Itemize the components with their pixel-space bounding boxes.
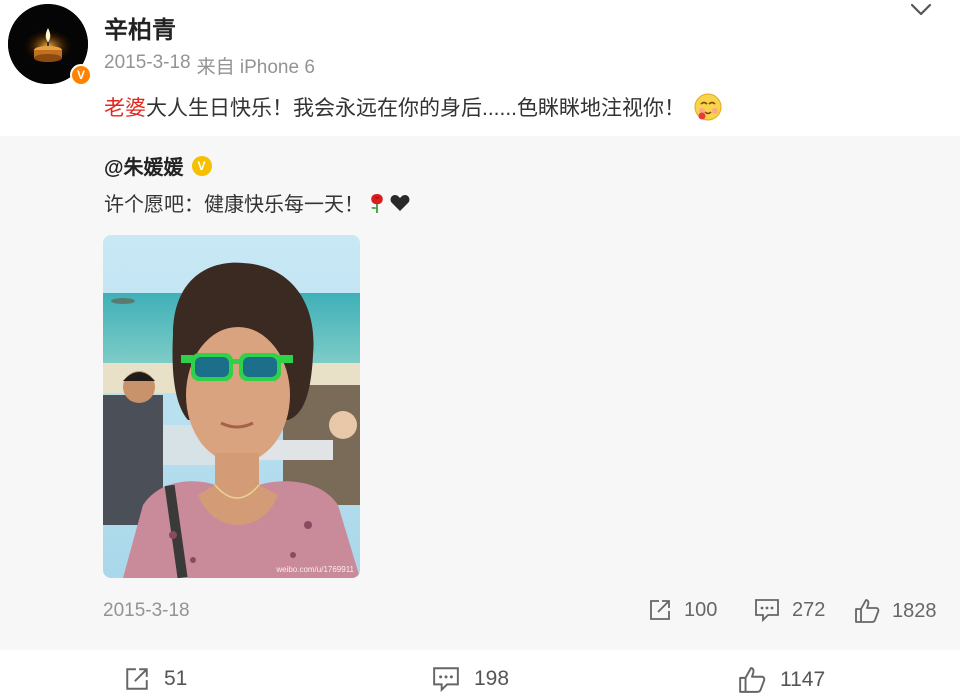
retweet-text: 许个愿吧：健康快乐每一天！	[104, 188, 410, 217]
avatar[interactable]: V	[8, 4, 92, 86]
verified-badge: V	[70, 64, 92, 86]
lecherous-face-emoji-icon	[694, 93, 722, 121]
retweet-photo[interactable]: weibo.com/u/1769911	[103, 235, 360, 578]
like-count: 1147	[780, 668, 826, 691]
retweet-user: @朱媛媛 V	[104, 151, 212, 180]
repost-icon	[648, 598, 672, 622]
retweet-verified-badge: V	[191, 155, 212, 176]
comment-count: 198	[474, 667, 510, 690]
retweet-card[interactable]: @朱媛媛 V 许个愿吧：健康快乐每一天！ weibo.com/u/1769911…	[0, 136, 960, 650]
post-text-highlight[interactable]: 老婆	[104, 92, 146, 122]
post-text-body: 大人生日快乐！我会永远在你的身后......色眯眯地注视你！	[146, 97, 686, 120]
chevron-down-icon[interactable]	[908, 0, 934, 20]
retweet-comment-count: 272	[792, 598, 826, 621]
repost-count: 51	[164, 667, 188, 690]
retweet-repost-count: 100	[684, 598, 718, 621]
retweet-comment-button[interactable]: 272	[754, 598, 825, 622]
retweet-repost-button[interactable]: 100	[648, 598, 717, 622]
post-date[interactable]: 2015-3-18	[104, 52, 191, 79]
retweet-like-count: 1828	[892, 599, 937, 622]
post-source: 来自 iPhone 6	[196, 57, 315, 78]
thumbs-up-icon	[854, 598, 880, 624]
username[interactable]: 辛柏青	[104, 10, 176, 45]
retweet-username[interactable]: @朱媛媛	[104, 151, 184, 180]
comment-icon	[754, 598, 780, 622]
rose-icon	[371, 193, 383, 213]
comment-button[interactable]: 198	[432, 666, 509, 692]
like-button[interactable]: 1147	[738, 666, 825, 694]
retweet-text-body: 许个愿吧：健康快乐每一天！	[104, 194, 364, 216]
photo-watermark: weibo.com/u/1769911	[276, 565, 354, 574]
thumbs-up-icon	[738, 666, 766, 694]
selfie-photo-image	[103, 235, 360, 578]
repost-icon	[124, 666, 150, 692]
comment-icon	[432, 666, 460, 692]
retweet-date[interactable]: 2015-3-18	[103, 600, 190, 622]
post-text: 老婆 大人生日快乐！我会永远在你的身后......色眯眯地注视你！	[104, 92, 723, 122]
retweet-like-button[interactable]: 1828	[854, 598, 937, 624]
black-heart-icon	[390, 194, 410, 211]
post-meta: 2015-3-18 来自 iPhone 6	[104, 52, 315, 79]
repost-button[interactable]: 51	[124, 666, 187, 692]
